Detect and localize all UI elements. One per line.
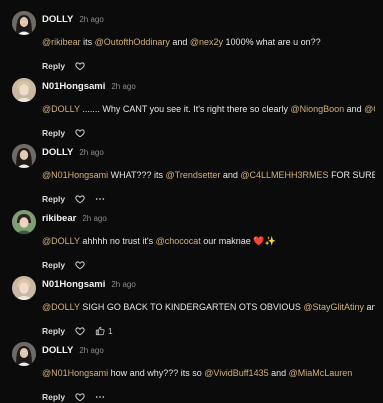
like-button[interactable]: [75, 128, 85, 138]
like-button[interactable]: [75, 61, 85, 71]
reply-button[interactable]: Reply: [42, 326, 65, 336]
username[interactable]: N01Hongsami: [42, 279, 105, 290]
mention-link[interactable]: @DOLLY: [42, 104, 80, 114]
mention-link[interactable]: @DOLLY: [42, 302, 80, 312]
avatar-dolly[interactable]: [12, 144, 36, 168]
mention-link[interactable]: @OnlyHYUL: [364, 104, 375, 114]
comment-text-segment: SIGH GO BACK TO KINDERGARTEN OTS OBVIOUS: [79, 302, 304, 312]
comment-text-segment: our maknae: [200, 236, 254, 246]
mention-link[interactable]: @MiaMcLauren: [289, 368, 353, 378]
mention-link[interactable]: @C4LLMEHH3RMES: [240, 170, 328, 180]
avatar-n01hongsami[interactable]: [12, 78, 36, 102]
comment-header: DOLLY 2h ago: [42, 14, 104, 28]
avatar-dolly[interactable]: [12, 342, 36, 366]
comment-text-segment: and: [344, 104, 365, 114]
avatar-dolly[interactable]: [12, 11, 36, 35]
comment-text-segment: WHAT??? its: [108, 170, 166, 180]
comment-item: DOLLY 2h ago @rikibear its @OutofthOddin…: [0, 8, 383, 72]
comment-text: @DOLLY ahhhh no trust it's @chococat our…: [42, 235, 375, 248]
comment-text-segment: and: [366, 302, 375, 312]
comment-actions: Reply: [42, 127, 85, 139]
comment-item: DOLLY 2h ago @N01Hongsami WHAT??? its @T…: [0, 141, 383, 205]
like-count: 1: [108, 326, 113, 336]
emoji-text: ❤️✨: [253, 237, 276, 247]
timestamp: 2h ago: [79, 346, 104, 355]
username[interactable]: DOLLY: [42, 147, 73, 158]
timestamp: 2h ago: [82, 214, 107, 223]
thumbs-up-icon: [96, 326, 105, 336]
reply-button[interactable]: Reply: [42, 392, 65, 402]
like-button[interactable]: [75, 260, 85, 270]
username[interactable]: N01Hongsami: [42, 81, 105, 92]
comment-text-segment: FOR SUREE: [331, 170, 375, 180]
mention-link[interactable]: @nex2y: [190, 37, 223, 47]
mention-link[interactable]: @NiongBoon: [290, 104, 344, 114]
comment-item: rikibear 2h ago @DOLLY ahhhh no trust it…: [0, 207, 383, 271]
heart-icon: [75, 129, 85, 138]
comment-header: rikibear 2h ago: [42, 213, 107, 227]
mention-link[interactable]: @VividBuff1435: [204, 368, 268, 378]
comment-item: N01Hongsami 2h ago @DOLLY ....... Why CA…: [0, 75, 383, 139]
username[interactable]: DOLLY: [42, 14, 73, 25]
comment-header: DOLLY 2h ago: [42, 147, 104, 161]
heart-icon: [75, 393, 85, 402]
comment-text-segment: how and why??? its so: [108, 368, 205, 378]
comment-text: @N01Hongsami WHAT??? its @Trendsetter an…: [42, 169, 375, 181]
comment-actions: Reply: [42, 391, 105, 403]
avatar-rikibear[interactable]: [12, 210, 36, 234]
comment-header: N01Hongsami 2h ago: [42, 279, 136, 293]
comment-header: DOLLY 2h ago: [42, 345, 104, 359]
comment-text-segment: and: [169, 37, 190, 47]
comment-text-segment: 1000% what are u on??: [223, 37, 321, 47]
timestamp: 2h ago: [79, 148, 104, 157]
comment-text: @N01Hongsami how and why??? its so @Vivi…: [42, 367, 375, 379]
like-button[interactable]: [75, 392, 85, 402]
mention-link[interactable]: @N01Hongsami: [42, 368, 108, 378]
comment-text: @DOLLY ....... Why CANT you see it. It's…: [42, 103, 375, 115]
mention-link[interactable]: @rikibear: [42, 37, 81, 47]
reply-button[interactable]: Reply: [42, 128, 65, 138]
comment-text-segment: ....... Why CANT you see it. It's right …: [79, 104, 291, 114]
timestamp: 2h ago: [111, 82, 136, 91]
more-icon: [95, 396, 105, 398]
comment-item: DOLLY 2h ago @N01Hongsami how and why???…: [0, 339, 383, 403]
heart-icon: [75, 261, 85, 270]
reply-button[interactable]: Reply: [42, 61, 65, 71]
thumbs-up-button[interactable]: 1: [95, 326, 113, 336]
mention-link[interactable]: @Trendsetter: [166, 170, 221, 180]
like-button[interactable]: [75, 326, 85, 336]
comment-item: N01Hongsami 2h ago @DOLLY SIGH GO BACK T…: [0, 273, 383, 337]
mention-link[interactable]: @DOLLY: [42, 236, 80, 246]
comment-text: @DOLLY SIGH GO BACK TO KINDERGARTEN OTS …: [42, 301, 375, 313]
mention-link[interactable]: @N01Hongsami: [42, 170, 108, 180]
comment-actions: Reply: [42, 60, 85, 72]
timestamp: 2h ago: [79, 15, 104, 24]
comment-text-segment: and: [220, 170, 241, 180]
reply-button[interactable]: Reply: [42, 260, 65, 270]
more-icon: [95, 198, 105, 200]
more-options-button[interactable]: [95, 392, 105, 402]
username[interactable]: rikibear: [42, 213, 76, 224]
comment-text-segment: and: [268, 368, 289, 378]
heart-icon: [75, 195, 85, 204]
username[interactable]: DOLLY: [42, 345, 73, 356]
comment-header: N01Hongsami 2h ago: [42, 81, 136, 95]
reply-button[interactable]: Reply: [42, 194, 65, 204]
timestamp: 2h ago: [111, 280, 136, 289]
mention-link[interactable]: @chococat: [156, 236, 201, 246]
comment-actions: Reply 1: [42, 325, 113, 337]
comment-text-segment: ahhhh no trust it's: [79, 236, 156, 246]
mention-link[interactable]: @StayGlitAtiny: [303, 302, 364, 312]
comment-actions: Reply: [42, 259, 85, 271]
like-button[interactable]: [75, 194, 85, 204]
mention-link[interactable]: @OutofthOddinary: [95, 37, 170, 47]
heart-icon: [75, 62, 85, 71]
comment-text-segment: its: [80, 37, 95, 47]
heart-icon: [75, 327, 85, 336]
comment-thread: DOLLY 2h ago @rikibear its @OutofthOddin…: [0, 0, 383, 403]
more-options-button[interactable]: [95, 194, 105, 204]
avatar-n01hongsami[interactable]: [12, 276, 36, 300]
comment-text: @rikibear its @OutofthOddinary and @nex2…: [42, 36, 375, 48]
comment-actions: Reply: [42, 193, 105, 205]
